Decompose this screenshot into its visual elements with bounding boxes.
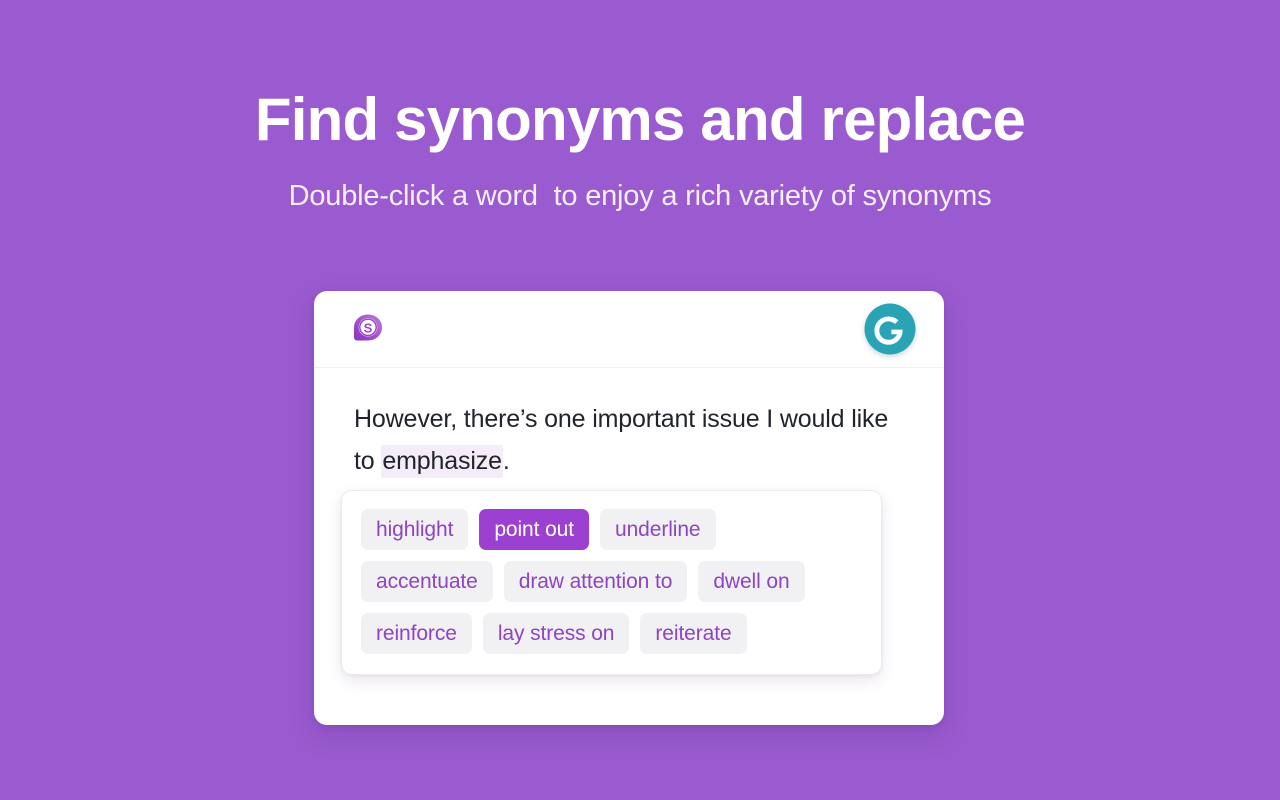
card-header: S [314, 291, 944, 368]
page-subtitle: Double-click a word to enjoy a rich vari… [288, 179, 992, 212]
synonym-row: reinforce lay stress on reiterate [361, 613, 863, 654]
synonyms-bubble-icon[interactable]: S [352, 313, 384, 345]
synonym-chip[interactable]: dwell on [698, 561, 805, 602]
svg-text:S: S [364, 320, 373, 335]
grammarly-logo-icon[interactable] [862, 301, 918, 357]
sentence-text-after: . [502, 447, 510, 475]
promo-stage: Find synonyms and replace Double-click a… [0, 0, 1280, 800]
page-title: Find synonyms and replace [254, 86, 1026, 153]
highlighted-word[interactable]: emphasize [381, 445, 503, 478]
synonym-chip[interactable]: accentuate [361, 561, 493, 602]
editor-body: However, there’s one important issue I w… [314, 368, 944, 482]
synonym-chip-selected[interactable]: point out [479, 509, 589, 550]
editor-sentence[interactable]: However, there’s one important issue I w… [354, 398, 906, 482]
synonym-chip[interactable]: draw attention to [503, 561, 688, 602]
promo-headline-block: Find synonyms and replace Double-click a… [0, 0, 1280, 214]
synonym-chip[interactable]: underline [600, 509, 716, 550]
synonym-row: highlight point out underline [361, 509, 863, 550]
synonym-chip[interactable]: reinforce [361, 613, 472, 654]
synonym-chip[interactable]: reiterate [640, 613, 747, 654]
synonym-chip[interactable]: highlight [361, 509, 469, 550]
synonyms-panel: highlight point out underline accentuate… [341, 490, 882, 675]
synonym-row: accentuate draw attention to dwell on [361, 561, 863, 602]
synonym-chip[interactable]: lay stress on [482, 613, 630, 654]
